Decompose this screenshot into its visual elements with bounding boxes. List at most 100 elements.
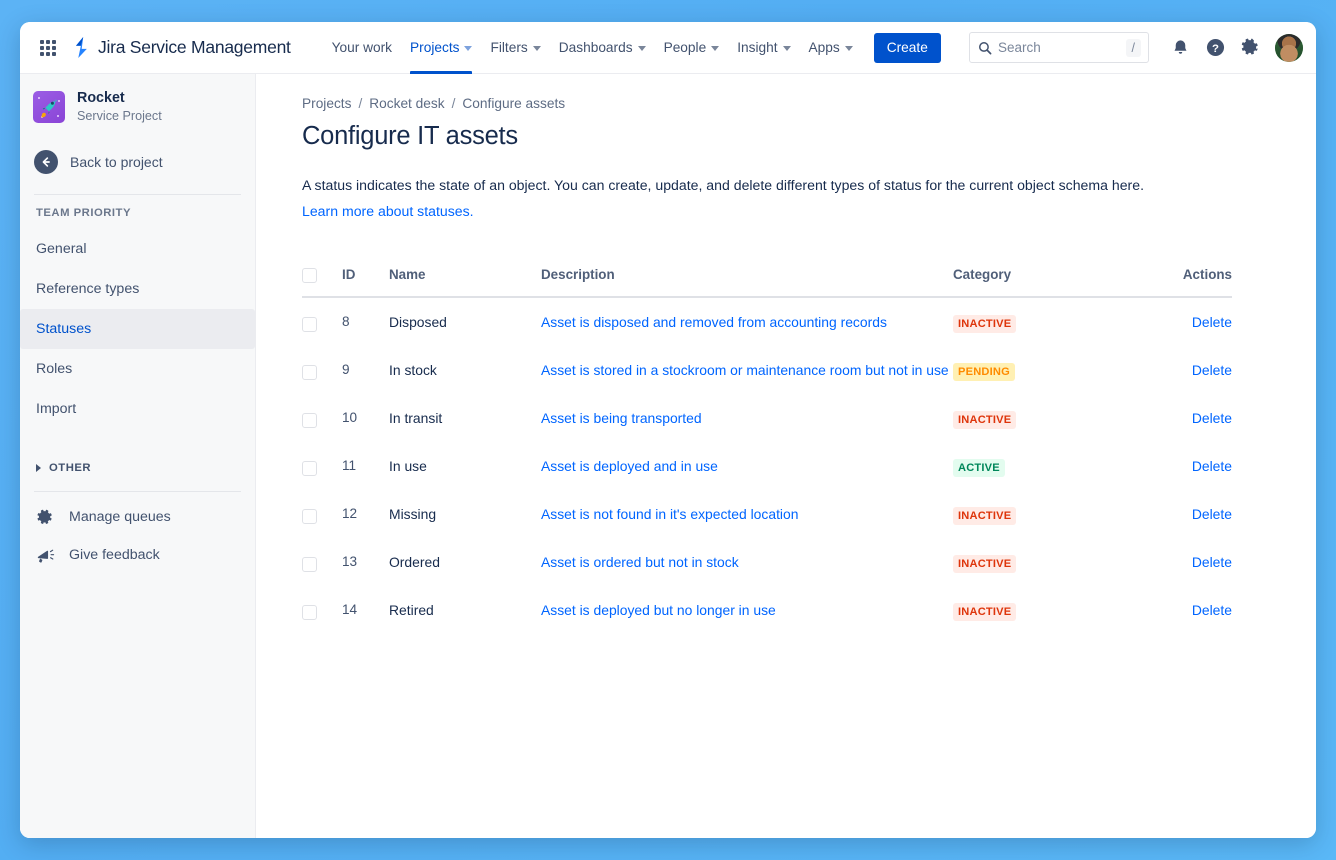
delete-button[interactable]: Delete xyxy=(1192,410,1232,426)
delete-button[interactable]: Delete xyxy=(1192,314,1232,330)
table-body: 8 Disposed Asset is disposed and removed… xyxy=(302,297,1232,634)
column-header-category: Category xyxy=(953,267,1153,297)
nav-item-projects[interactable]: Projects xyxy=(401,22,481,74)
sidebar-item-import[interactable]: Import xyxy=(20,389,255,429)
delete-button[interactable]: Delete xyxy=(1192,554,1232,570)
cell-id: 9 xyxy=(342,346,389,394)
row-checkbox[interactable] xyxy=(302,461,317,476)
chevron-down-icon xyxy=(783,46,791,51)
sidebar-action-label: Give feedback xyxy=(69,547,160,563)
status-badge: INACTIVE xyxy=(953,603,1016,621)
sidebar-item-label: General xyxy=(36,241,86,257)
status-badge: ACTIVE xyxy=(953,459,1005,477)
nav-item-your-work[interactable]: Your work xyxy=(323,22,401,74)
sidebar-item-reference-types[interactable]: Reference types xyxy=(20,269,255,309)
cell-description[interactable]: Asset is ordered but not in stock xyxy=(541,538,953,586)
sidebar-other-section-toggle[interactable]: OTHER xyxy=(20,451,255,485)
nav-label-dashboards: Dashboards xyxy=(559,40,633,55)
project-type: Service Project xyxy=(77,108,162,124)
nav-item-filters[interactable]: Filters xyxy=(481,22,549,74)
column-header-id: ID xyxy=(342,267,389,297)
breadcrumb-rocket-desk[interactable]: Rocket desk xyxy=(369,96,444,111)
select-all-header xyxy=(302,267,342,297)
avatar-image xyxy=(1275,34,1303,62)
row-checkbox[interactable] xyxy=(302,557,317,572)
table-row: 11 In use Asset is deployed and in use A… xyxy=(302,442,1232,490)
chevron-down-icon xyxy=(638,46,646,51)
row-select-cell xyxy=(302,586,342,634)
cell-category: INACTIVE xyxy=(953,538,1153,586)
column-header-actions: Actions xyxy=(1153,267,1232,297)
nav-item-insight[interactable]: Insight xyxy=(728,22,799,74)
row-checkbox[interactable] xyxy=(302,317,317,332)
table-header-row: ID Name Description Category Actions xyxy=(302,267,1232,297)
search-box[interactable]: / xyxy=(969,32,1149,63)
cell-description[interactable]: Asset is disposed and removed from accou… xyxy=(541,297,953,346)
back-to-project-button[interactable]: Back to project xyxy=(20,144,255,180)
sidebar-item-give-feedback[interactable]: Give feedback xyxy=(20,536,255,574)
cell-description[interactable]: Asset is stored in a stockroom or mainte… xyxy=(541,346,953,394)
app-window: Jira Service Management Your work Projec… xyxy=(20,22,1316,838)
brand-title: Jira Service Management xyxy=(98,37,291,58)
cell-actions: Delete xyxy=(1153,346,1232,394)
gear-icon xyxy=(35,508,55,526)
megaphone-icon xyxy=(35,546,55,565)
user-avatar[interactable] xyxy=(1275,34,1303,62)
learn-more-link[interactable]: Learn more about statuses. xyxy=(302,203,474,219)
brand-logo-link[interactable]: Jira Service Management xyxy=(72,32,291,64)
chevron-down-icon xyxy=(845,46,853,51)
create-button[interactable]: Create xyxy=(874,33,941,63)
select-all-checkbox[interactable] xyxy=(302,268,317,283)
status-badge: INACTIVE xyxy=(953,411,1016,429)
top-navigation-bar: Jira Service Management Your work Projec… xyxy=(20,22,1316,74)
breadcrumb-configure-assets: Configure assets xyxy=(462,96,565,111)
row-select-cell xyxy=(302,538,342,586)
table-header: ID Name Description Category Actions xyxy=(302,267,1232,297)
nav-item-apps[interactable]: Apps xyxy=(800,22,862,74)
sidebar-item-roles[interactable]: Roles xyxy=(20,349,255,389)
page-description: A status indicates the state of an objec… xyxy=(302,173,1276,197)
table-row: 13 Ordered Asset is ordered but not in s… xyxy=(302,538,1232,586)
cell-name: In stock xyxy=(389,346,541,394)
app-switcher-button[interactable] xyxy=(34,34,62,62)
row-checkbox[interactable] xyxy=(302,605,317,620)
notifications-button[interactable] xyxy=(1164,32,1196,64)
row-select-cell xyxy=(302,490,342,538)
delete-button[interactable]: Delete xyxy=(1192,458,1232,474)
cell-actions: Delete xyxy=(1153,586,1232,634)
cell-description[interactable]: Asset is being transported xyxy=(541,394,953,442)
project-header[interactable]: Rocket Service Project xyxy=(20,90,255,124)
delete-button[interactable]: Delete xyxy=(1192,602,1232,618)
cell-category: INACTIVE xyxy=(953,490,1153,538)
breadcrumb-projects[interactable]: Projects xyxy=(302,96,351,111)
project-name: Rocket xyxy=(77,90,162,107)
cell-description[interactable]: Asset is deployed and in use xyxy=(541,442,953,490)
nav-right-cluster: / ? xyxy=(969,32,1303,64)
nav-item-dashboards[interactable]: Dashboards xyxy=(550,22,655,74)
sidebar-item-statuses[interactable]: Statuses xyxy=(20,309,255,349)
help-button[interactable]: ? xyxy=(1199,32,1231,64)
sidebar-item-manage-queues[interactable]: Manage queues xyxy=(20,498,255,536)
jira-logo-icon xyxy=(72,37,91,58)
cell-description[interactable]: Asset is deployed but no longer in use xyxy=(541,586,953,634)
delete-button[interactable]: Delete xyxy=(1192,506,1232,522)
row-checkbox[interactable] xyxy=(302,365,317,380)
cell-category: INACTIVE xyxy=(953,297,1153,346)
sidebar-other-label: OTHER xyxy=(49,462,91,474)
chevron-down-icon xyxy=(533,46,541,51)
sidebar-item-label: Roles xyxy=(36,361,72,377)
delete-button[interactable]: Delete xyxy=(1192,362,1232,378)
status-badge: INACTIVE xyxy=(953,555,1016,573)
nav-label-apps: Apps xyxy=(809,40,840,55)
arrow-left-icon xyxy=(34,150,58,174)
row-checkbox[interactable] xyxy=(302,509,317,524)
nav-item-people[interactable]: People xyxy=(655,22,729,74)
settings-button[interactable] xyxy=(1234,32,1266,64)
sidebar-item-general[interactable]: General xyxy=(20,229,255,269)
svg-text:?: ? xyxy=(1212,43,1219,55)
search-icon xyxy=(978,41,992,55)
search-input[interactable] xyxy=(998,40,1126,55)
column-header-name: Name xyxy=(389,267,541,297)
row-checkbox[interactable] xyxy=(302,413,317,428)
cell-description[interactable]: Asset is not found in it's expected loca… xyxy=(541,490,953,538)
